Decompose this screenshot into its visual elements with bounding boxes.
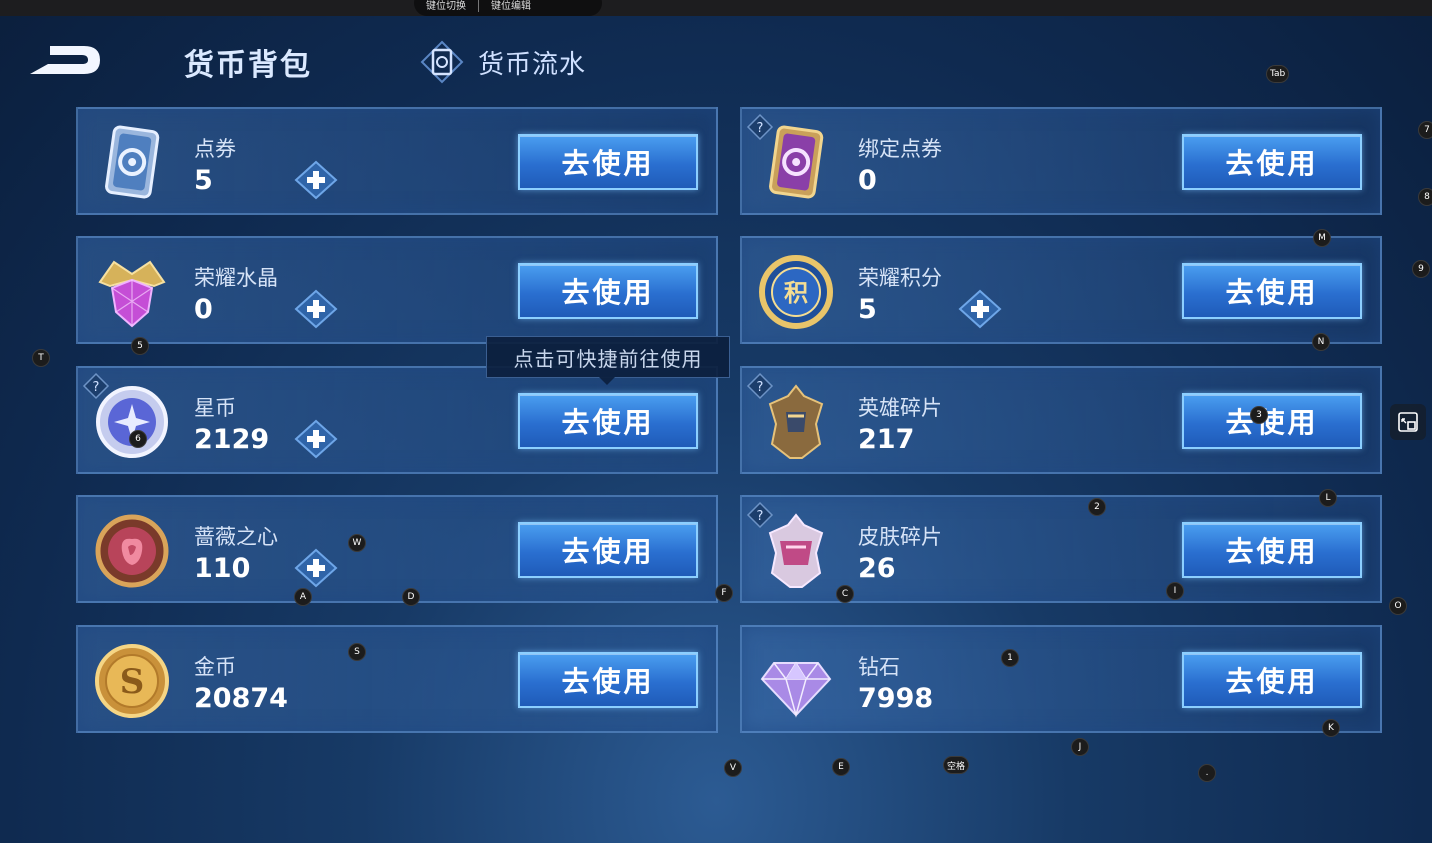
top-system-bar bbox=[0, 0, 1432, 16]
currency-name: 英雄碎片 bbox=[858, 396, 942, 420]
currency-card-bound-voucher: ? 绑定点券 0 去使用 bbox=[740, 107, 1382, 215]
add-rose-heart-plus-icon[interactable] bbox=[294, 548, 338, 588]
skin-shard-icon bbox=[768, 513, 824, 588]
key-hint-8[interactable]: 8 bbox=[1418, 188, 1432, 206]
use-bound-voucher-button[interactable]: 去使用 bbox=[1182, 134, 1362, 190]
key-switch-label[interactable]: 键位切换 bbox=[414, 0, 478, 12]
key-hint-l[interactable]: L bbox=[1319, 489, 1337, 507]
currency-amount: 217 bbox=[858, 424, 915, 455]
key-hint-3[interactable]: 3 bbox=[1250, 406, 1268, 424]
key-hint-s[interactable]: S bbox=[348, 643, 366, 661]
key-hint-k[interactable]: K bbox=[1322, 719, 1340, 737]
currency-amount: 20874 bbox=[194, 683, 288, 714]
key-hint-tab[interactable]: Tab bbox=[1266, 65, 1290, 83]
currency-card-hero-shard: ? 英雄碎片 217 去使用 bbox=[740, 366, 1382, 474]
currency-name: 星币 bbox=[194, 396, 236, 420]
currency-name: 皮肤碎片 bbox=[858, 525, 942, 549]
page-title: 货币背包 bbox=[184, 48, 312, 83]
use-diamond-button[interactable]: 去使用 bbox=[1182, 652, 1362, 708]
rose-heart-icon bbox=[95, 514, 169, 588]
bound-voucher-icon bbox=[769, 125, 824, 199]
key-hint-5[interactable]: 5 bbox=[131, 337, 149, 355]
use-glory-crystal-button[interactable]: 去使用 bbox=[518, 263, 698, 319]
currency-flow-tab[interactable]: 货币流水 bbox=[420, 40, 586, 84]
side-screenshot-button[interactable] bbox=[1390, 404, 1426, 440]
svg-text:积: 积 bbox=[784, 279, 808, 307]
back-arrow-icon bbox=[30, 46, 100, 74]
key-hint-t[interactable]: T bbox=[32, 349, 50, 367]
currency-amount: 5 bbox=[858, 294, 877, 325]
key-hint-d[interactable]: D bbox=[402, 588, 420, 606]
currency-name: 荣耀水晶 bbox=[194, 266, 278, 290]
currency-name: 荣耀积分 bbox=[858, 266, 942, 290]
use-rose-heart-button[interactable]: 去使用 bbox=[518, 522, 698, 578]
currency-card-glory-points: 积 荣耀积分 5 去使用 bbox=[740, 236, 1382, 344]
key-hint-1[interactable]: 1 bbox=[1001, 649, 1019, 667]
use-voucher-button[interactable]: 去使用 bbox=[518, 134, 698, 190]
key-mode-pill[interactable]: 键位切换 键位编辑 bbox=[414, 0, 602, 16]
add-voucher-plus-icon[interactable] bbox=[294, 160, 338, 200]
flow-tab-label[interactable]: 货币流水 bbox=[478, 44, 586, 81]
currency-amount: 2129 bbox=[194, 424, 270, 455]
use-glory-points-button[interactable]: 去使用 bbox=[1182, 263, 1362, 319]
key-hint-a[interactable]: A bbox=[294, 588, 312, 606]
key-hint-m[interactable]: M bbox=[1313, 229, 1331, 247]
add-glory-points-plus-icon[interactable] bbox=[958, 289, 1002, 329]
currency-card-gold: S 金币 20874 去使用 bbox=[76, 625, 718, 733]
key-hint-f[interactable]: F bbox=[715, 584, 733, 602]
add-star-coin-plus-icon[interactable] bbox=[294, 419, 338, 459]
voucher-icon bbox=[105, 125, 160, 199]
star-coin-icon bbox=[96, 386, 168, 458]
hero-shard-icon bbox=[768, 384, 824, 459]
back-button[interactable] bbox=[26, 40, 102, 80]
currency-card-skin-shard: ? 皮肤碎片 26 去使用 bbox=[740, 495, 1382, 603]
key-hint-j[interactable]: J bbox=[1071, 738, 1089, 756]
currency-amount: 5 bbox=[194, 165, 213, 196]
key-hint-e[interactable]: E bbox=[832, 758, 850, 776]
key-hint-c[interactable]: C bbox=[836, 585, 854, 603]
quick-use-tooltip: 点击可快捷前往使用 bbox=[486, 336, 730, 385]
key-hint-w[interactable]: W bbox=[348, 534, 366, 552]
use-gold-button[interactable]: 去使用 bbox=[518, 652, 698, 708]
currency-card-voucher: 点券 5 去使用 bbox=[76, 107, 718, 215]
currency-amount: 110 bbox=[194, 553, 251, 584]
glory-crystal-icon bbox=[98, 260, 166, 328]
currency-name: 钻石 bbox=[858, 655, 900, 679]
gold-coin-icon: S bbox=[95, 644, 169, 718]
currency-name: 蔷薇之心 bbox=[194, 525, 278, 549]
flow-card-icon bbox=[420, 40, 464, 84]
key-hint-n[interactable]: N bbox=[1312, 333, 1330, 351]
svg-text:S: S bbox=[120, 662, 145, 702]
key-hint-space[interactable]: 空格 bbox=[943, 756, 970, 774]
add-glory-crystal-plus-icon[interactable] bbox=[294, 289, 338, 329]
key-hint-period[interactable]: . bbox=[1198, 764, 1216, 782]
use-skin-shard-button[interactable]: 去使用 bbox=[1182, 522, 1362, 578]
currency-name: 绑定点券 bbox=[858, 137, 942, 161]
currency-card-diamond: 钻石 7998 去使用 bbox=[740, 625, 1382, 733]
key-hint-9[interactable]: 9 bbox=[1412, 260, 1430, 278]
key-hint-i[interactable]: I bbox=[1166, 582, 1184, 600]
currency-amount: 7998 bbox=[858, 683, 934, 714]
currency-amount: 0 bbox=[194, 294, 213, 325]
key-hint-o[interactable]: O bbox=[1389, 597, 1407, 615]
glory-points-icon: 积 bbox=[759, 255, 833, 329]
currency-amount: 0 bbox=[858, 165, 877, 196]
currency-card-rose-heart: 蔷薇之心 110 去使用 bbox=[76, 495, 718, 603]
diamond-icon bbox=[760, 661, 832, 718]
key-edit-label[interactable]: 键位编辑 bbox=[479, 0, 543, 12]
currency-name: 金币 bbox=[194, 655, 236, 679]
key-hint-7[interactable]: 7 bbox=[1418, 121, 1432, 139]
use-star-coin-button[interactable]: 去使用 bbox=[518, 393, 698, 449]
key-hint-v[interactable]: V bbox=[724, 759, 742, 777]
key-hint-2[interactable]: 2 bbox=[1088, 498, 1106, 516]
currency-amount: 26 bbox=[858, 553, 896, 584]
use-hero-shard-button[interactable]: 去使用 bbox=[1182, 393, 1362, 449]
currency-card-star-coin: ? 星币 2129 去使用 bbox=[76, 366, 718, 474]
key-hint-6[interactable]: 6 bbox=[129, 430, 147, 448]
currency-card-glory-crystal: 荣耀水晶 0 去使用 bbox=[76, 236, 718, 344]
currency-name: 点券 bbox=[194, 137, 236, 161]
screen-capture-icon bbox=[1398, 412, 1418, 432]
